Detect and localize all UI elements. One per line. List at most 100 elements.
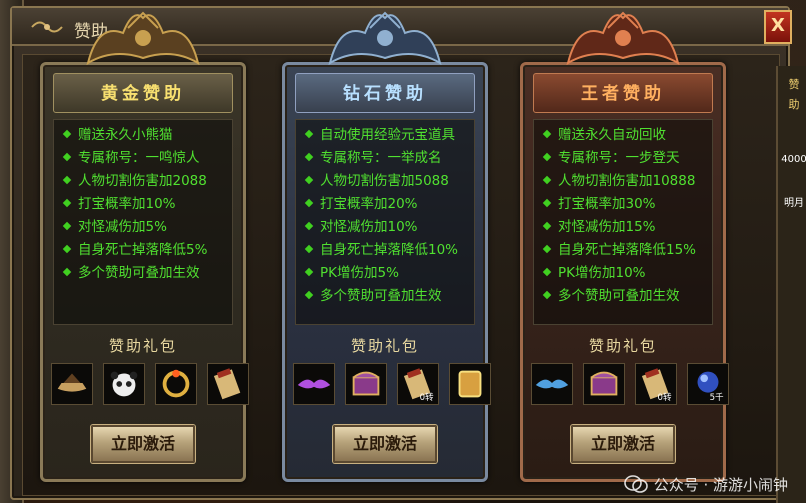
benefits-list: 赠送永久自动回收 专属称号：一步登天 人物切割伤害加10888 打宝概率加30% 对怪减… xyxy=(533,119,713,325)
gift-pack-items: 0转 xyxy=(293,363,493,407)
benefit-text: 专属称号：一鸣惊人 xyxy=(78,150,200,166)
svg-text:0转: 0转 xyxy=(420,391,434,403)
benefit-item: 多个赞助可叠加生效 xyxy=(540,285,706,308)
watermark-text: 公众号 · 游游小闹钟 xyxy=(653,475,788,494)
benefit-item: 自动使用经验元宝道具 xyxy=(302,124,468,147)
bullet-icon xyxy=(62,175,72,185)
benefit-item: PK增伤加10% xyxy=(540,262,706,285)
side-label: 助 xyxy=(788,98,800,111)
benefit-text: 自身死亡掉落降低15% xyxy=(558,242,697,258)
gift-purple-wing-icon[interactable] xyxy=(293,363,335,405)
benefit-item: 人物切割伤害加10888 xyxy=(540,170,706,193)
sponsor-card-diamond: 钻石赞助 自动使用经验元宝道具 专属称号：一举成名 人物切割伤害加5088 打宝概率加… xyxy=(282,11,491,482)
benefit-item: 多个赞助可叠加生效 xyxy=(302,285,468,308)
gift-blue-wing-icon[interactable] xyxy=(531,363,573,405)
benefit-text: 专属称号：一举成名 xyxy=(320,150,442,166)
crest-icon xyxy=(86,11,200,66)
sponsor-card-gold: 黄金赞助 赠送永久小熊猫专属称号：一鸣惊人 人物切割伤害加2088 打宝概率加10%… xyxy=(40,11,249,482)
gift-ring-icon[interactable] xyxy=(155,363,197,405)
bullet-icon xyxy=(542,267,552,277)
gift-boat-icon[interactable] xyxy=(51,363,93,405)
benefit-text: 打宝概率加20% xyxy=(320,196,418,212)
bullet-icon xyxy=(62,129,72,139)
gift-pack-title: 赞助礼包 xyxy=(108,337,177,355)
gift-pack-title: 赞助礼包 xyxy=(350,337,419,355)
benefit-item: PK增伤加5% xyxy=(302,262,468,285)
benefit-item: 对怪减伤加10% xyxy=(302,216,468,239)
gift-pack-items xyxy=(51,363,251,407)
gift-chest-icon[interactable] xyxy=(345,363,387,405)
benefit-text: 多个赞助可叠加生效 xyxy=(558,288,680,304)
crest-icon xyxy=(566,11,680,66)
benefit-text: 自身死亡掉落降低10% xyxy=(320,242,459,258)
bullet-icon xyxy=(62,152,72,162)
bullet-icon xyxy=(542,290,552,300)
bullet-icon xyxy=(304,129,314,139)
benefit-item: 人物切割伤害加2088 xyxy=(60,170,226,193)
benefit-text: PK增伤加10% xyxy=(558,265,646,281)
side-panel: 赞 助 4000 明月 xyxy=(776,66,806,503)
benefit-text: 多个赞助可叠加生效 xyxy=(320,288,442,304)
bullet-icon xyxy=(542,175,552,185)
bullet-icon xyxy=(542,221,552,231)
benefit-item: 打宝概率加30% xyxy=(540,193,706,216)
benefit-item: 自身死亡掉落降低5% xyxy=(60,239,226,262)
side-label: 赞 xyxy=(788,78,800,91)
activate-button[interactable]: 立即激活 xyxy=(571,425,675,463)
bullet-icon xyxy=(304,175,314,185)
sponsor-card-king: 王者赞助 赠送永久自动回收 专属称号：一步登天 人物切割伤害加10888 打宝概率加3… xyxy=(520,11,729,482)
gift-pack-items: 0转 5千 xyxy=(531,363,731,407)
benefit-text: 人物切割伤害加2088 xyxy=(78,173,207,189)
benefit-text: 多个赞助可叠加生效 xyxy=(78,265,200,281)
gift-chest-icon[interactable] xyxy=(583,363,625,405)
benefit-item: 打宝概率加20% xyxy=(302,193,468,216)
crest-icon xyxy=(328,11,442,66)
benefit-text: 对怪减伤加10% xyxy=(320,219,418,235)
tier-title: 王者赞助 xyxy=(533,73,713,113)
bullet-icon xyxy=(542,152,552,162)
side-label: 4000 xyxy=(781,154,806,165)
benefit-item: 对怪减伤加15% xyxy=(540,216,706,239)
svg-text:5千: 5千 xyxy=(710,392,724,403)
bullet-icon xyxy=(304,198,314,208)
benefit-item: 自身死亡掉落降低10% xyxy=(302,239,468,262)
benefit-text: 专属称号：一步登天 xyxy=(558,150,680,166)
benefit-text: 自身死亡掉落降低5% xyxy=(78,242,208,258)
benefits-list: 自动使用经验元宝道具 专属称号：一举成名 人物切割伤害加5088 打宝概率加20% 对怪… xyxy=(295,119,475,325)
benefit-text: 对怪减伤加5% xyxy=(78,219,167,235)
activate-button[interactable]: 立即激活 xyxy=(333,425,437,463)
gift-scroll-icon[interactable]: 0转 xyxy=(397,363,439,405)
bullet-icon xyxy=(62,221,72,231)
bullet-icon xyxy=(304,244,314,254)
benefit-item: 专属称号：一步登天 xyxy=(540,147,706,170)
bullet-icon xyxy=(304,267,314,277)
bullet-icon xyxy=(304,290,314,300)
benefit-item: 专属称号：一举成名 xyxy=(302,147,468,170)
benefit-text: 人物切割伤害加5088 xyxy=(320,173,449,189)
benefit-text: 对怪减伤加15% xyxy=(558,219,656,235)
benefit-item: 赠送永久小熊猫 xyxy=(60,124,226,147)
bullet-icon xyxy=(62,244,72,254)
benefit-text: PK增伤加5% xyxy=(320,265,399,281)
benefit-item: 自身死亡掉落降低15% xyxy=(540,239,706,262)
gift-gold-box-icon[interactable] xyxy=(449,363,491,405)
bullet-icon xyxy=(304,221,314,231)
activate-button[interactable]: 立即激活 xyxy=(91,425,195,463)
gift-scroll-icon[interactable] xyxy=(207,363,249,405)
svg-text:0转: 0转 xyxy=(658,391,672,403)
benefit-item: 打宝概率加10% xyxy=(60,193,226,216)
gift-panda-icon[interactable] xyxy=(103,363,145,405)
watermark: 公众号 · 游游小闹钟 xyxy=(623,471,788,497)
gift-orb-icon[interactable]: 5千 xyxy=(687,363,729,405)
benefit-item: 对怪减伤加5% xyxy=(60,216,226,239)
bullet-icon xyxy=(304,152,314,162)
benefit-text: 自动使用经验元宝道具 xyxy=(320,127,455,143)
benefits-list: 赠送永久小熊猫专属称号：一鸣惊人 人物切割伤害加2088 打宝概率加10% 对怪减伤加… xyxy=(53,119,233,325)
side-label: 明月 xyxy=(784,198,804,209)
benefit-item: 多个赞助可叠加生效 xyxy=(60,262,226,285)
tier-title: 钻石赞助 xyxy=(295,73,475,113)
tier-title: 黄金赞助 xyxy=(53,73,233,113)
benefit-text: 打宝概率加30% xyxy=(558,196,656,212)
close-button[interactable]: X xyxy=(764,10,792,44)
gift-scroll-icon[interactable]: 0转 xyxy=(635,363,677,405)
